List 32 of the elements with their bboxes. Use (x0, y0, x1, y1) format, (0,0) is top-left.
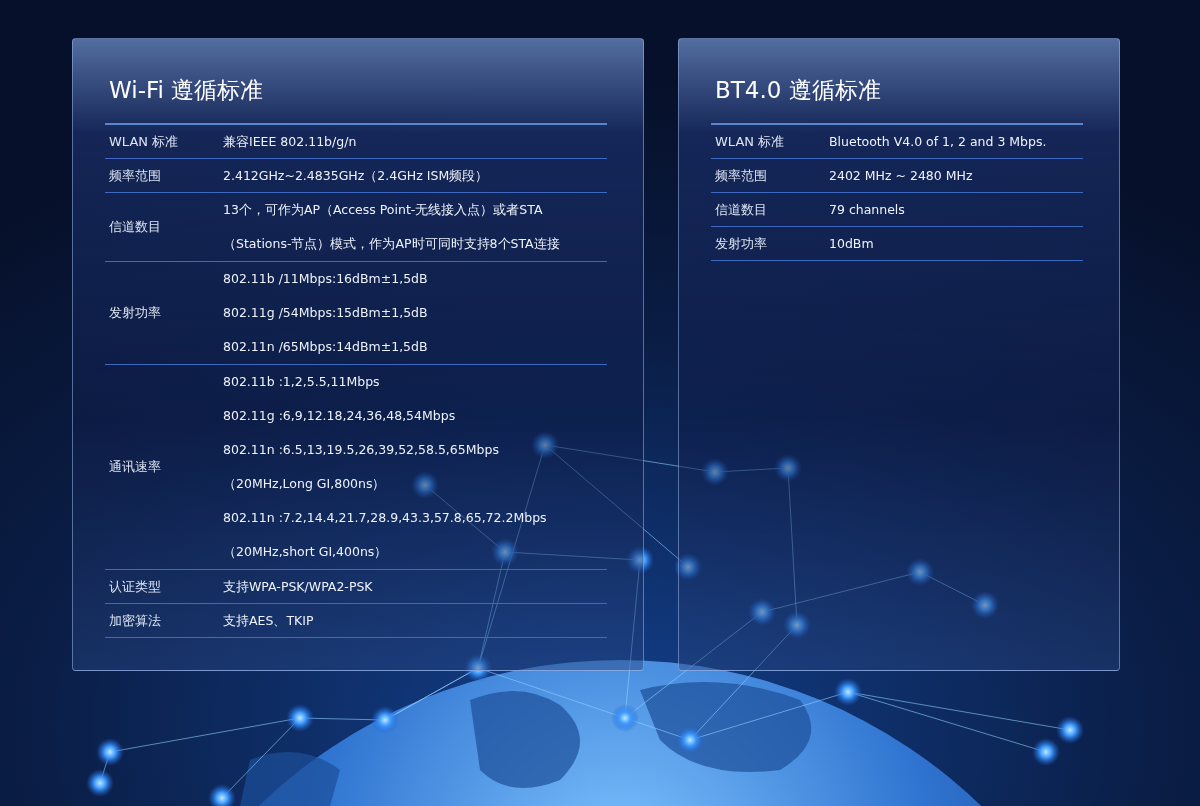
spec-value: 2.412GHz~2.4835GHz（2.4GHz ISM频段） (223, 167, 489, 185)
spec-value: 802.11b :1,2,5.5,11Mbps (223, 373, 381, 391)
spec-label: 信道数目 (108, 218, 162, 236)
spec-value: 2402 MHz ~ 2480 MHz (829, 167, 973, 185)
spec-value: 802.11n :6.5,13,19.5,26,39,52,58.5,65Mbps (223, 441, 500, 459)
spec-value: 802.11n :7.2,14.4,21.7,28.9,43.3,57.8,65,72.2Mbps (223, 509, 547, 527)
spec-value: Bluetooth V4.0 of 1, 2 and 3 Mbps. (829, 133, 1047, 151)
spec-label: 发射功率 (714, 234, 768, 253)
spec-value: 10dBm (829, 235, 874, 253)
spec-label: 认证类型 (108, 577, 162, 596)
spec-value: 兼容IEEE 802.11b/g/n (223, 133, 357, 151)
spec-label: WLAN 标准 (714, 132, 786, 151)
spec-label: 通讯速率 (108, 458, 162, 476)
spec-label: WLAN 标准 (108, 132, 180, 151)
spec-value: 支持WPA-PSK/WPA2-PSK (223, 578, 373, 596)
spec-label: 发射功率 (108, 304, 162, 322)
spec-value: （20MHz,Long GI,800ns） (223, 475, 387, 493)
spec-value: （20MHz,short GI,400ns） (223, 543, 389, 561)
spec-value: 802.11g /54Mbps:15dBm±1,5dB (223, 304, 428, 322)
spec-value: （Stations-节点）模式，作为AP时可同时支持8个STA连接 (223, 235, 560, 253)
spec-value: 79 channels (829, 201, 905, 219)
spec-label: 信道数目 (714, 200, 768, 219)
spec-value: 802.11b /11Mbps:16dBm±1,5dB (223, 270, 428, 288)
spec-value: 支持AES、TKIP (223, 612, 314, 630)
panel-title: Wi-Fi 遵循标准 (108, 76, 265, 105)
spec-value: 802.11g :6,9,12.18,24,36,48,54Mbps (223, 407, 457, 425)
spec-value: 802.11n /65Mbps:14dBm±1,5dB (223, 338, 428, 356)
spec-label: 频率范围 (714, 166, 768, 185)
spec-value: 13个，可作为AP（Access Point-无线接入点）或者STA (223, 201, 544, 219)
spec-label: 加密算法 (108, 611, 162, 630)
panel-title: BT4.0 遵循标准 (714, 76, 882, 105)
spec-label: 频率范围 (108, 166, 162, 185)
